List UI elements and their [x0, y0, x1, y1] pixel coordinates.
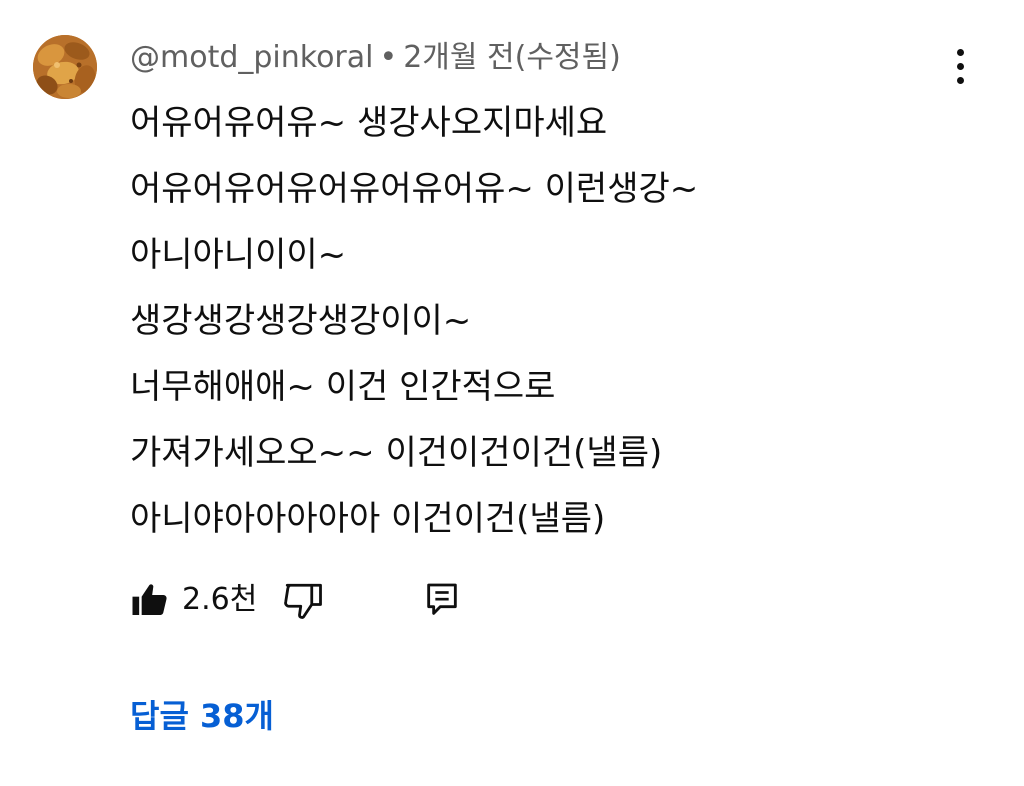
thumbs-down-outline-icon: [284, 583, 322, 619]
comment-line: 어유어유어유~ 생강사오지마세요: [130, 103, 608, 143]
comment-reply-icon: [427, 583, 457, 615]
comment: @motd_pinkoral • 2개월 전(수정됨) 어유어유어유~ 생강사오지마…: [0, 0, 1024, 786]
more-actions-button[interactable]: [940, 44, 980, 88]
like-button[interactable]: [130, 580, 170, 620]
comment-line: 어유어유어유어유어유어유~ 이런생강~: [130, 169, 699, 209]
comment-line: 생강생강생강생강이이~: [130, 301, 472, 341]
view-replies-link[interactable]: 답글 38개: [130, 694, 274, 738]
author-name[interactable]: @motd_pinkoral: [130, 40, 374, 75]
dislike-button[interactable]: [282, 580, 324, 622]
comment-line: 너무해애애~ 이건 인간적으로: [130, 367, 556, 407]
avatar-image: [33, 35, 97, 99]
comment-text: 어유어유어유~ 생강사오지마세요 어유어유어유어유어유어유~ 이런생강~ 아니아…: [130, 90, 990, 552]
thumbs-up-filled-icon: [132, 584, 167, 615]
comment-meta: @motd_pinkoral • 2개월 전(수정됨): [130, 38, 621, 78]
meta-separator: •: [379, 40, 398, 75]
comment-line: 아니야아아아아아 이건이건(낼름): [130, 499, 606, 539]
comment-line: 아니아니이이~: [130, 235, 347, 275]
comment-time: 2개월 전(수정됨): [403, 40, 621, 75]
more-vertical-icon: [956, 48, 964, 56]
comment-line: 가져가세오오~~ 이건이건이건(낼름): [130, 433, 663, 473]
like-count: 2.6천: [182, 582, 258, 617]
avatar[interactable]: [33, 35, 97, 99]
reply-button[interactable]: [422, 580, 462, 620]
comment-actions: 2.6천: [130, 574, 530, 626]
